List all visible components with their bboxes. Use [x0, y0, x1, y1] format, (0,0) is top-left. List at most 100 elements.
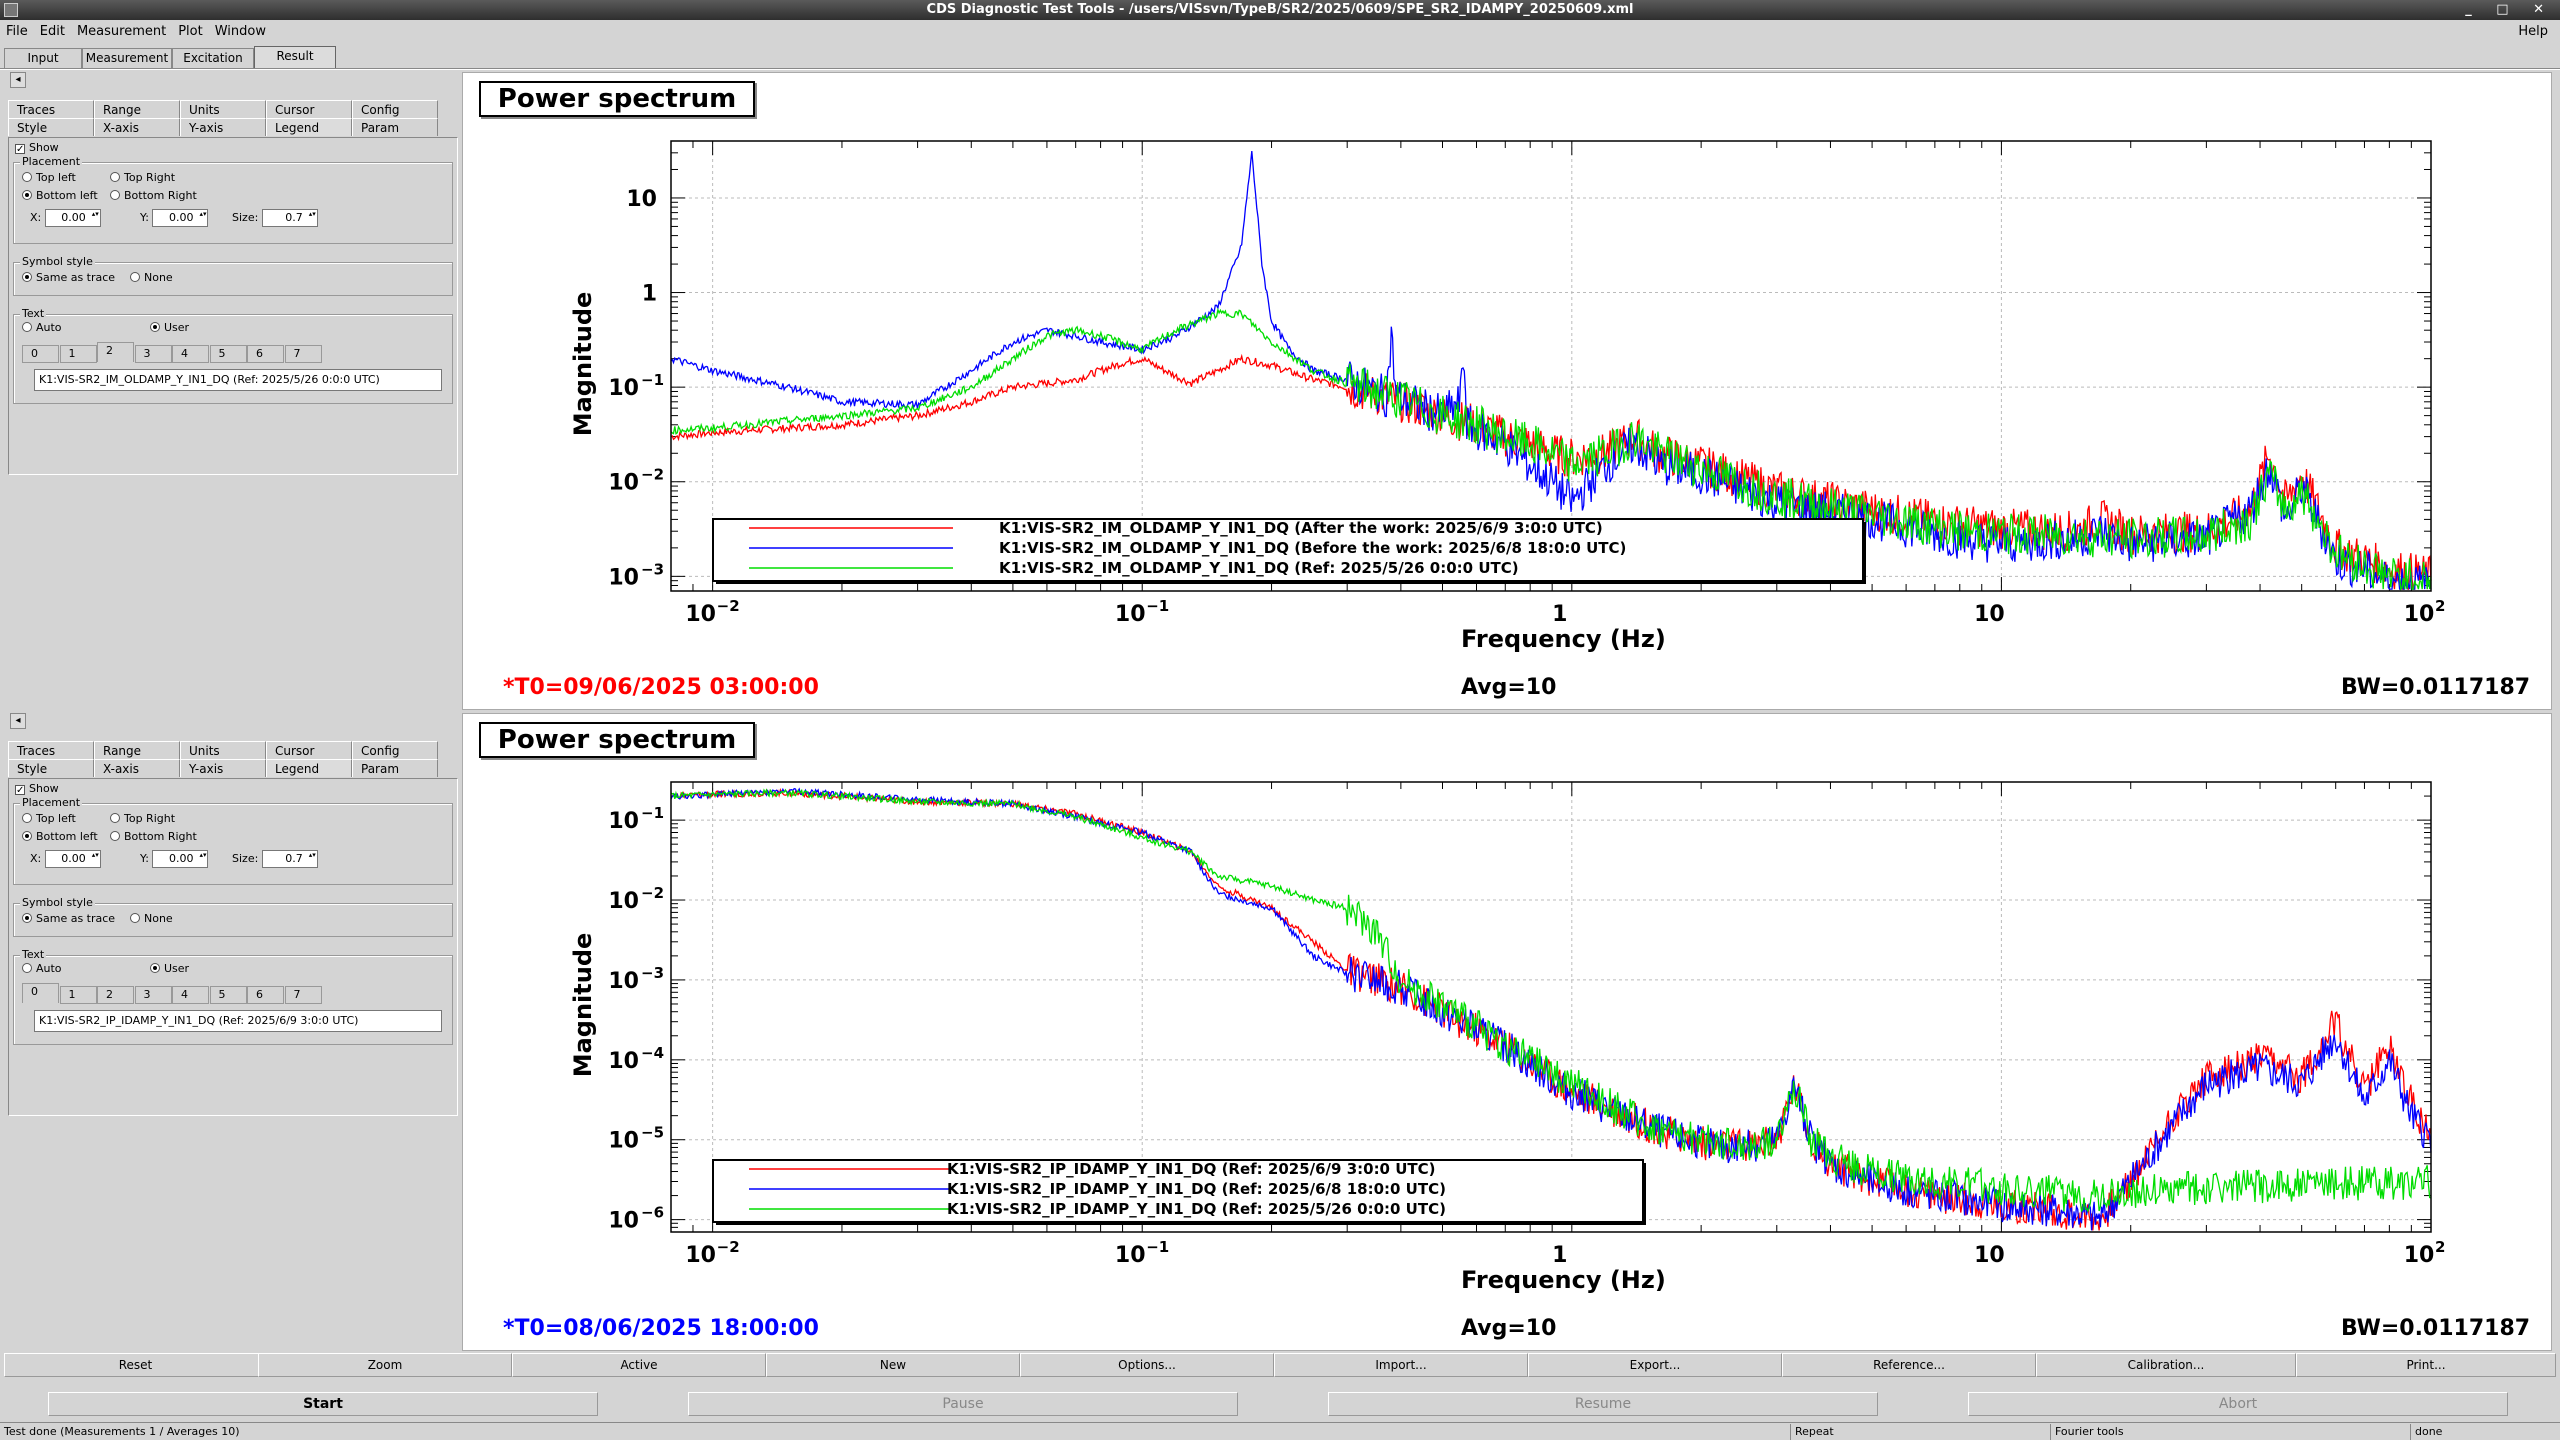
options-button[interactable]: Options... [1020, 1353, 1274, 1377]
active-button[interactable]: Active [512, 1353, 766, 1377]
tab-units[interactable]: Units [180, 100, 266, 118]
legend-box[interactable]: K1:VIS-SR2_IM_OLDAMP_Y_IN1_DQ (After the… [712, 518, 1866, 584]
tab-traces[interactable]: Traces [8, 741, 94, 759]
resume-button[interactable]: Resume [1328, 1392, 1878, 1416]
tab-traces[interactable]: Traces [8, 100, 94, 118]
tab-cursor[interactable]: Cursor [266, 741, 352, 759]
start-button[interactable]: Start [48, 1392, 598, 1416]
same-as-trace-radio[interactable]: Same as trace [22, 271, 115, 284]
tab-excitation[interactable]: Excitation [172, 48, 254, 68]
tab-x-axis[interactable]: X-axis [94, 118, 180, 136]
text-user-radio[interactable]: User [150, 321, 189, 334]
reference-button[interactable]: Reference... [1782, 1353, 2036, 1377]
menu-measurement[interactable]: Measurement [71, 22, 172, 39]
export-button[interactable]: Export... [1528, 1353, 1782, 1377]
tab-x-axis[interactable]: X-axis [94, 759, 180, 777]
tab-style[interactable]: Style [8, 118, 94, 136]
tab-units[interactable]: Units [180, 741, 266, 759]
tab-y-axis[interactable]: Y-axis [180, 118, 266, 136]
tab-param[interactable]: Param [352, 759, 438, 777]
tab-legend[interactable]: Legend [266, 118, 352, 136]
trace-tab-6[interactable]: 6 [247, 986, 284, 1004]
legend-text-input[interactable]: K1:VIS-SR2_IM_OLDAMP_Y_IN1_DQ (Ref: 2025… [34, 369, 442, 391]
legend-size-spin[interactable]: Size: 0.7 [232, 209, 318, 227]
tab-param[interactable]: Param [352, 118, 438, 136]
calibration-button[interactable]: Calibration... [2036, 1353, 2296, 1377]
text-user-radio[interactable]: User [150, 962, 189, 975]
legend-x-spin[interactable]: X: 0.00 [30, 850, 101, 868]
symbol-none-radio[interactable]: None [130, 912, 173, 925]
menu-edit[interactable]: Edit [34, 22, 71, 39]
trace-tab-7[interactable]: 7 [284, 345, 322, 363]
trace-tab-4[interactable]: 4 [172, 345, 209, 363]
menu-help[interactable]: Help [2512, 22, 2554, 39]
spectrum-chart[interactable]: 10 −2 10 −1 1 10 10 210110 −110 −210 −3K1:VIS-SR2_… [463, 73, 2551, 711]
plot-pad-top[interactable]: 10 −2 10 −1 1 10 10 2 10 1 10 −1 10 −2 10 −3 K1:VIS-SR2_… [462, 72, 2552, 710]
pause-button[interactable]: Pause [688, 1392, 1238, 1416]
bottom-left-radio[interactable]: Bottom left [22, 830, 98, 843]
abort-button[interactable]: Abort [1968, 1392, 2508, 1416]
spectrum-chart[interactable]: 10 −2 10 −1 1 10 10 210 −110 −210 −310 −410 −510 −6K1… [463, 714, 2551, 1352]
legend-box[interactable]: K1:VIS-SR2_IP_IDAMP_Y_IN1_DQ (Ref: 2025/… [712, 1159, 1646, 1225]
trace-tab-3[interactable]: 3 [134, 986, 172, 1004]
bottom-right-radio[interactable]: Bottom Right [110, 189, 197, 202]
legend-size-spin[interactable]: Size: 0.7 [232, 850, 318, 868]
tab-config[interactable]: Config [352, 100, 438, 118]
show-legend-checkbox[interactable]: ✓ Show [15, 141, 59, 155]
symbol-none-radio[interactable]: None [130, 271, 173, 284]
tab-style[interactable]: Style [8, 759, 94, 777]
trace-tab-2[interactable]: 2 [97, 986, 134, 1004]
text-auto-radio[interactable]: Auto [22, 321, 62, 334]
menu-window[interactable]: Window [209, 22, 272, 39]
trace-tab-1[interactable]: 1 [59, 345, 97, 363]
menu-file[interactable]: File [0, 22, 34, 39]
reset-button[interactable]: Reset [4, 1353, 267, 1377]
legend-x-input[interactable]: 0.00 [44, 850, 101, 868]
trace-tab-3[interactable]: 3 [134, 345, 172, 363]
trace-tab-7[interactable]: 7 [284, 986, 322, 1004]
bottom-left-radio[interactable]: Bottom left [22, 189, 98, 202]
trace-tab-4[interactable]: 4 [172, 986, 209, 1004]
print-button[interactable]: Print... [2296, 1353, 2556, 1377]
menu-plot[interactable]: Plot [172, 22, 209, 39]
legend-y-input[interactable]: 0.00 [152, 209, 209, 227]
top-left-radio[interactable]: Top left [22, 812, 76, 825]
tab-range[interactable]: Range [94, 100, 180, 118]
collapse-arrow-icon[interactable]: ◂ [10, 72, 26, 88]
legend-x-input[interactable]: 0.00 [44, 209, 101, 227]
trace-tab-0[interactable]: 0 [22, 983, 59, 1003]
top-right-radio[interactable]: Top Right [110, 812, 175, 825]
tab-y-axis[interactable]: Y-axis [180, 759, 266, 777]
legend-size-input[interactable]: 0.7 [261, 850, 318, 868]
bottom-right-radio[interactable]: Bottom Right [110, 830, 197, 843]
trace-tab-6[interactable]: 6 [247, 345, 284, 363]
tab-input[interactable]: Input [4, 48, 82, 68]
tab-range[interactable]: Range [94, 741, 180, 759]
legend-size-input[interactable]: 0.7 [261, 209, 318, 227]
tab-legend[interactable]: Legend [266, 759, 352, 777]
trace-tab-5[interactable]: 5 [209, 345, 247, 363]
show-legend-checkbox[interactable]: ✓ Show [15, 782, 59, 796]
import-button[interactable]: Import... [1274, 1353, 1528, 1377]
top-right-radio[interactable]: Top Right [110, 171, 175, 184]
new-button[interactable]: New [766, 1353, 1020, 1377]
legend-text-input[interactable]: K1:VIS-SR2_IP_IDAMP_Y_IN1_DQ (Ref: 2025/… [34, 1010, 442, 1032]
trace-tab-5[interactable]: 5 [209, 986, 247, 1004]
collapse-arrow-icon[interactable]: ◂ [10, 713, 26, 729]
tab-measurement[interactable]: Measurement [82, 48, 172, 68]
same-as-trace-radio[interactable]: Same as trace [22, 912, 115, 925]
tab-cursor[interactable]: Cursor [266, 100, 352, 118]
trace-tab-2[interactable]: 2 [97, 342, 134, 362]
window-controls[interactable]: _ □ ✕ [2465, 0, 2554, 20]
trace-tab-0[interactable]: 0 [22, 345, 59, 363]
top-left-radio[interactable]: Top left [22, 171, 76, 184]
legend-y-spin[interactable]: Y: 0.00 [140, 209, 209, 227]
legend-y-input[interactable]: 0.00 [152, 850, 209, 868]
trace-tab-1[interactable]: 1 [59, 986, 97, 1004]
window-menu-icon[interactable] [4, 3, 18, 17]
tab-result[interactable]: Result [254, 46, 336, 68]
legend-x-spin[interactable]: X: 0.00 [30, 209, 101, 227]
plot-pad-bottom[interactable]: 10 −2 10 −1 1 10 10 2 10 −1 10 −2 10 −3 10 −4 10 −5 10 −6 K1… [462, 713, 2552, 1351]
tab-config[interactable]: Config [352, 741, 438, 759]
text-auto-radio[interactable]: Auto [22, 962, 62, 975]
